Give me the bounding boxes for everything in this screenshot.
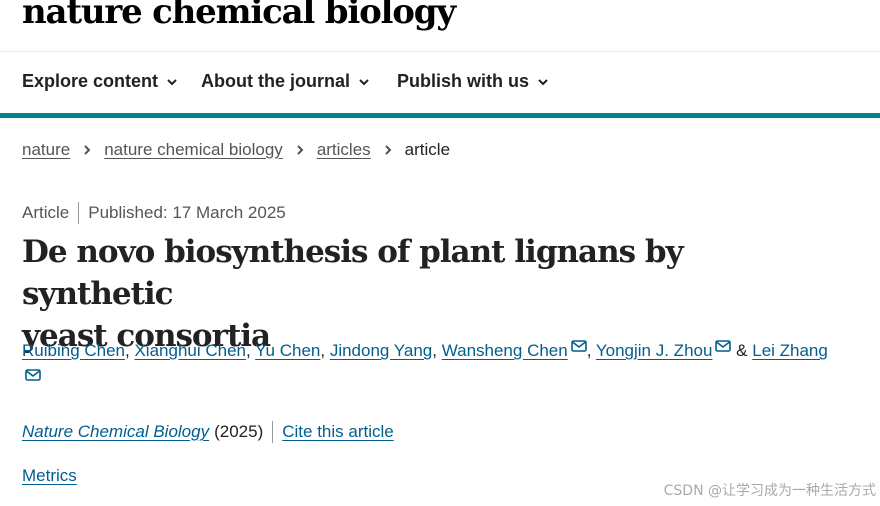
publication-year: (2025) [214,422,264,441]
author-separator: , [586,341,596,360]
nav-explore-content[interactable]: Explore content [22,71,178,92]
author-link[interactable]: Xianghui Chen [134,341,246,360]
citation-line: Nature Chemical Biology (2025) Cite this… [22,421,394,443]
metrics-link[interactable]: Metrics [22,466,77,486]
mail-icon[interactable] [715,340,732,352]
author-link[interactable]: Ruibing Chen [22,341,125,360]
author-separator: , [246,341,256,360]
watermark: CSDN @让学习成为一种生活方式 [663,483,876,499]
breadcrumb-nature[interactable]: nature [22,140,70,160]
author-separator: , [432,341,442,360]
author-link[interactable]: Wansheng Chen [442,341,568,360]
chevron-down-icon [167,78,177,85]
breadcrumb-journal[interactable]: nature chemical biology [104,140,283,160]
article-type: Article [22,203,70,222]
breadcrumb-articles[interactable]: articles [317,140,371,160]
nav-publish-with-us-label: Publish with us [397,71,530,91]
published-date: Published: 17 March 2025 [88,203,286,222]
author-link[interactable]: Lei Zhang [752,341,828,360]
author-separator: , [320,341,330,360]
journal-logo[interactable]: nature chemical biology [22,0,456,32]
main-nav: Explore content About the journal Publis… [0,53,880,113]
chevron-right-icon [384,145,392,155]
mail-icon[interactable] [570,340,587,352]
cite-this-article-link[interactable]: Cite this article [282,422,393,442]
nav-about-the-journal-label: About the journal [201,71,350,91]
chevron-down-icon [538,78,548,85]
breadcrumb: nature nature chemical biology articles … [22,140,450,160]
author-list: Ruibing Chen, Xianghui Chen, Yu Chen, Ji… [22,336,862,394]
nav-explore-content-label: Explore content [22,71,159,91]
author-separator: & [731,341,753,360]
mail-icon[interactable] [25,369,41,381]
meta-divider [78,202,80,224]
citation-divider [272,421,274,443]
author-link[interactable]: Yu Chen [255,341,320,360]
article-meta: Article Published: 17 March 2025 [22,202,286,224]
nav-about-the-journal[interactable]: About the journal [201,71,370,92]
brand-header: nature chemical biology [0,0,880,52]
chevron-right-icon [84,145,91,155]
journal-link[interactable]: Nature Chemical Biology [22,422,209,442]
breadcrumb-current: article [404,140,451,159]
author-link[interactable]: Jindong Yang [330,341,432,360]
chevron-right-icon [297,145,304,155]
chevron-down-icon [359,78,369,85]
nav-publish-with-us[interactable]: Publish with us [397,71,549,92]
article-title-line1: De novo biosynthesis of plant lignans by… [22,234,684,312]
nav-accent-rule [0,113,880,118]
author-link[interactable]: Yongjin J. Zhou [596,341,713,360]
